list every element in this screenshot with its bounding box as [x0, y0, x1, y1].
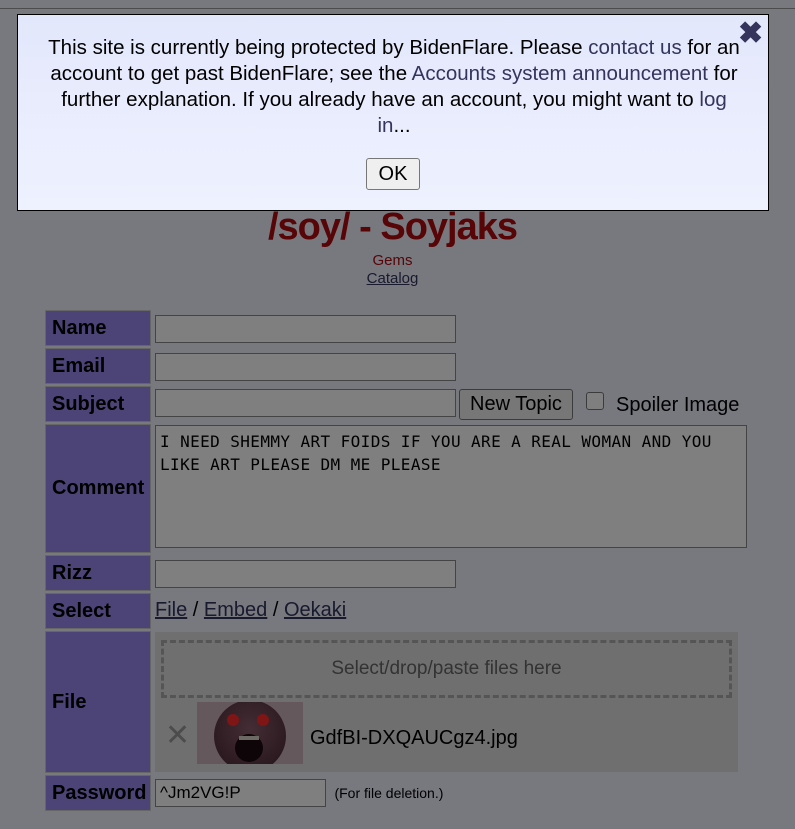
modal-text: ... — [393, 114, 411, 137]
close-icon[interactable]: ✖ — [738, 19, 763, 49]
ok-button[interactable]: OK — [366, 158, 420, 190]
bidenflare-modal: This site is currently being protected b… — [17, 14, 769, 211]
contact-us-link[interactable]: contact us — [588, 36, 681, 59]
modal-text: This site is currently being protected b… — [48, 36, 589, 59]
modal-message: This site is currently being protected b… — [48, 35, 740, 139]
accounts-announcement-link[interactable]: Accounts system announcement — [412, 62, 708, 85]
